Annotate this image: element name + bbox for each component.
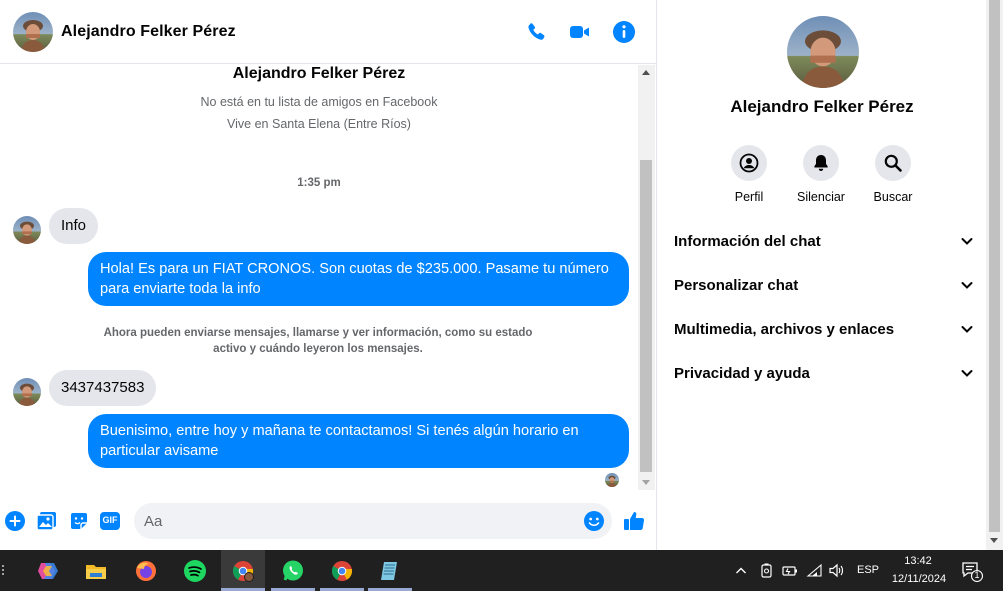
section-customize-chat[interactable]: Personalizar chat xyxy=(674,273,974,297)
scroll-thumb[interactable] xyxy=(640,160,652,472)
chevron-up-icon[interactable] xyxy=(735,564,747,582)
windows-taskbar: ESP 13:42 12/11/2024 1 xyxy=(0,550,1003,591)
search-icon[interactable] xyxy=(875,145,911,181)
add-icon[interactable] xyxy=(4,510,26,532)
bell-icon[interactable] xyxy=(803,145,839,181)
sticker-icon[interactable] xyxy=(68,510,90,532)
video-call-icon[interactable] xyxy=(568,20,592,44)
system-notice: Ahora pueden enviarse mensajes, llamarse… xyxy=(0,325,636,357)
window-scroll-down-arrow[interactable] xyxy=(990,538,998,543)
clock-date[interactable]: 12/11/2024 xyxy=(888,573,950,585)
wifi-icon[interactable] xyxy=(806,562,823,579)
system-notice-line: Ahora pueden enviarse mensajes, llamarse… xyxy=(103,327,533,339)
messenger-window: Alejandro Felker Pérez Alejandro Felker … xyxy=(0,0,1003,550)
search-action-label: Buscar xyxy=(873,190,913,204)
whatsapp-icon[interactable] xyxy=(271,550,315,591)
scroll-up-arrow[interactable] xyxy=(642,70,650,75)
profile-action-label: Perfil xyxy=(734,190,764,204)
clock-time[interactable]: 13:42 xyxy=(890,555,946,567)
file-explorer-icon[interactable] xyxy=(74,550,118,591)
search-action[interactable]: Buscar xyxy=(863,145,923,204)
chevron-down-icon xyxy=(961,370,973,377)
chat-details-panel: Alejandro Felker Pérez Perfil Silenciar … xyxy=(656,0,986,550)
section-label: Privacidad y ayuda xyxy=(674,364,810,382)
contact-avatar[interactable] xyxy=(13,12,53,52)
language-indicator[interactable]: ESP xyxy=(857,564,879,576)
spotify-icon[interactable] xyxy=(173,550,217,591)
outgoing-message[interactable]: Buenisimo, entre hoy y mañana te contact… xyxy=(88,414,629,468)
profile-action[interactable]: Perfil xyxy=(719,145,779,204)
chrome-profile-icon[interactable] xyxy=(221,550,265,591)
mute-action-label: Silenciar xyxy=(797,190,845,204)
profile-icon[interactable] xyxy=(731,145,767,181)
notepad-icon[interactable] xyxy=(368,550,412,591)
section-label: Personalizar chat xyxy=(674,276,799,294)
incoming-message[interactable]: Info xyxy=(49,208,99,244)
chrome-icon[interactable] xyxy=(320,550,364,591)
notification-center-icon[interactable]: 1 xyxy=(961,560,984,583)
intro-friends-status: No está en tu lista de amigos en Faceboo… xyxy=(200,95,438,109)
sender-avatar[interactable] xyxy=(13,378,41,406)
phone-call-icon[interactable] xyxy=(524,20,548,44)
chevron-down-icon xyxy=(961,326,973,333)
seen-indicator-avatar xyxy=(605,473,619,487)
section-chat-info[interactable]: Información del chat xyxy=(674,229,974,253)
chat-column: Alejandro Felker Pérez Alejandro Felker … xyxy=(0,0,656,550)
firefox-icon[interactable] xyxy=(124,550,168,591)
battery-saver-icon[interactable] xyxy=(758,562,775,579)
system-notice-line: activo y cuándo leyeron los mensajes. xyxy=(213,343,423,355)
copilot-icon[interactable] xyxy=(26,550,70,591)
volume-icon[interactable] xyxy=(828,562,845,579)
chevron-down-icon xyxy=(961,238,973,245)
emoji-icon[interactable] xyxy=(583,510,605,532)
contact-avatar-large[interactable] xyxy=(787,16,859,88)
sender-avatar[interactable] xyxy=(13,216,41,244)
outgoing-message[interactable]: Hola! Es para un FIAT CRONOS. Son cuotas… xyxy=(88,252,629,306)
gif-icon[interactable]: GIF xyxy=(99,510,121,532)
message-timestamp: 1:35 pm xyxy=(297,177,341,189)
intro-contact-name: Alejandro Felker Pérez xyxy=(232,65,406,82)
photo-icon[interactable] xyxy=(36,510,58,532)
section-privacy-help[interactable]: Privacidad y ayuda xyxy=(674,361,974,385)
scroll-down-arrow[interactable] xyxy=(642,480,650,485)
power-plug-icon[interactable] xyxy=(781,562,798,579)
notification-count: 1 xyxy=(974,570,980,580)
message-scrollbar[interactable] xyxy=(638,65,655,490)
message-composer: GIF xyxy=(0,494,656,550)
message-input[interactable] xyxy=(144,503,574,539)
info-icon[interactable] xyxy=(612,20,636,44)
section-media-files-links[interactable]: Multimedia, archivos y enlaces xyxy=(674,317,974,341)
message-list[interactable]: Alejandro Felker Pérez No está en tu lis… xyxy=(0,65,638,490)
incoming-message[interactable]: 3437437583 xyxy=(49,370,157,406)
message-input-container[interactable] xyxy=(134,503,612,539)
window-scroll-thumb[interactable] xyxy=(989,0,1000,532)
section-label: Información del chat xyxy=(674,232,821,250)
chat-header: Alejandro Felker Pérez xyxy=(0,0,656,64)
window-scrollbar[interactable] xyxy=(986,0,1003,550)
contact-name[interactable]: Alejandro Felker Pérez xyxy=(61,23,236,41)
chevron-down-icon xyxy=(961,282,973,289)
section-label: Multimedia, archivos y enlaces xyxy=(674,320,895,338)
intro-location: Vive en Santa Elena (Entre Ríos) xyxy=(227,117,411,131)
like-icon[interactable] xyxy=(622,509,646,533)
gif-label: GIF xyxy=(102,515,118,525)
contact-name-large: Alejandro Felker Pérez xyxy=(730,97,914,116)
mute-action[interactable]: Silenciar xyxy=(791,145,851,204)
taskbar-overflow-icon[interactable] xyxy=(2,563,4,577)
